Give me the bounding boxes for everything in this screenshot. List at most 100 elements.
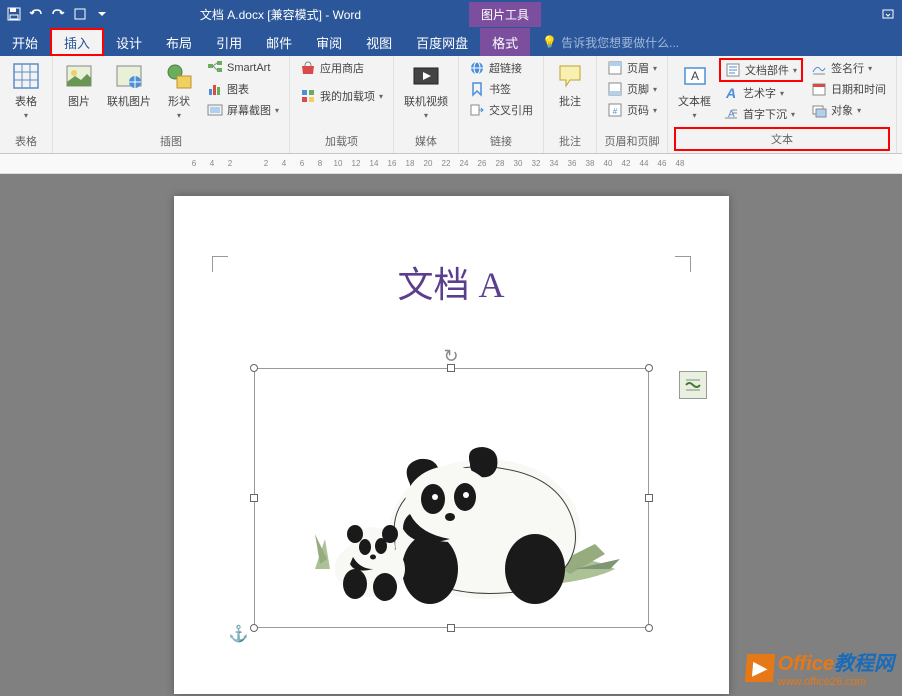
anchor-icon[interactable]: ⚓ [229, 624, 249, 644]
text-group-label: 文本 [674, 127, 890, 151]
chart-button[interactable]: 图表 [203, 79, 283, 99]
hyperlink-button[interactable]: 超链接 [465, 58, 537, 78]
tab-references[interactable]: 引用 [204, 28, 254, 56]
page-number-label: 页码 [627, 102, 649, 118]
online-video-label: 联机视频 [404, 96, 448, 108]
undo-button[interactable] [26, 4, 46, 24]
layout-options-button[interactable] [679, 371, 707, 399]
screenshot-label: 屏幕截图 [227, 102, 271, 118]
chevron-down-icon: ▾ [793, 66, 797, 75]
date-time-button[interactable]: 日期和时间 [807, 79, 890, 99]
signature-line-label: 签名行 [831, 60, 864, 76]
cross-reference-button[interactable]: 交叉引用 [465, 100, 537, 120]
smartart-label: SmartArt [227, 62, 270, 74]
save-button[interactable] [4, 4, 24, 24]
drop-cap-icon: A [723, 106, 739, 122]
signature-line-button[interactable]: 签名行 ▾ [807, 58, 890, 78]
addins-group-label: 加载项 [296, 131, 387, 151]
crop-mark-icon [675, 256, 691, 272]
ribbon-tabs: 开始 插入 设计 布局 引用 邮件 审阅 视图 百度网盘 格式 💡 告诉我您想要… [0, 28, 902, 56]
screenshot-icon [207, 102, 223, 118]
cross-reference-label: 交叉引用 [489, 102, 533, 118]
shapes-button[interactable]: 形状▾ [159, 58, 199, 124]
tab-insert[interactable]: 插入 [50, 28, 104, 56]
chevron-down-icon: ▾ [275, 106, 279, 115]
tab-view[interactable]: 视图 [354, 28, 404, 56]
ribbon-group-tables: 表格▾ 表格 [0, 56, 53, 153]
online-video-button[interactable]: 联机视频▾ [400, 58, 452, 124]
tab-format[interactable]: 格式 [480, 28, 530, 56]
my-addins-button[interactable]: 我的加载项 ▾ [296, 86, 387, 106]
chevron-down-icon: ▾ [24, 111, 28, 120]
smartart-button[interactable]: SmartArt [203, 58, 283, 78]
footer-button[interactable]: 页脚 ▾ [603, 79, 661, 99]
document-page[interactable]: 文档 A ↻ [174, 196, 729, 694]
pictures-button[interactable]: 图片 [59, 58, 99, 111]
chevron-down-icon: ▾ [653, 85, 657, 94]
document-title[interactable]: 文档 A [224, 256, 679, 308]
object-button[interactable]: 对象 ▾ [807, 100, 890, 120]
title-bar: 文档 A.docx [兼容模式] - Word 图片工具 [0, 0, 902, 28]
text-box-icon: A [679, 60, 711, 92]
addins-icon [300, 88, 316, 104]
crop-mark-icon [212, 256, 228, 272]
smartart-icon [207, 60, 223, 76]
store-icon [300, 60, 316, 76]
quick-access-toolbar [4, 4, 112, 24]
page-number-button[interactable]: #页码 ▾ [603, 100, 661, 120]
header-button[interactable]: 页眉 ▾ [603, 58, 661, 78]
chevron-down-icon: ▾ [693, 111, 697, 120]
quick-parts-label: 文档部件 [745, 62, 789, 78]
chevron-down-icon: ▾ [177, 111, 181, 120]
store-label: 应用商店 [320, 60, 364, 76]
page-number-icon: # [607, 102, 623, 118]
tab-baidu[interactable]: 百度网盘 [404, 28, 480, 56]
svg-text:A: A [691, 69, 699, 83]
qat-customize-button[interactable] [92, 4, 112, 24]
tab-review[interactable]: 审阅 [304, 28, 354, 56]
footer-label: 页脚 [627, 81, 649, 97]
illustrations-group-label: 插图 [59, 131, 283, 151]
text-box-button[interactable]: A 文本框▾ [674, 58, 715, 124]
shapes-icon [163, 60, 195, 92]
selected-image[interactable] [254, 368, 649, 628]
watermark-url: www.office26.com [778, 676, 894, 688]
ribbon-options-button[interactable] [878, 4, 898, 24]
video-icon [410, 60, 442, 92]
word-art-icon: A [723, 85, 739, 101]
chart-icon [207, 81, 223, 97]
tab-home[interactable]: 开始 [0, 28, 50, 56]
comment-button[interactable]: 批注 [550, 58, 590, 111]
footer-icon [607, 81, 623, 97]
tables-button[interactable]: 表格▾ [6, 58, 46, 124]
online-pictures-button[interactable]: 联机图片 [103, 58, 155, 111]
chevron-down-icon: ▾ [780, 89, 784, 98]
tell-me-search[interactable]: 💡 告诉我您想要做什么... [530, 34, 679, 51]
tab-layout[interactable]: 布局 [154, 28, 204, 56]
tab-mailings[interactable]: 邮件 [254, 28, 304, 56]
chevron-down-icon: ▾ [857, 106, 861, 115]
horizontal-ruler[interactable]: 6422468101214161820222426283032343638404… [0, 154, 902, 174]
comment-icon [554, 60, 586, 92]
online-pictures-label: 联机图片 [107, 96, 151, 109]
store-button[interactable]: 应用商店 [296, 58, 387, 78]
chevron-down-icon: ▾ [791, 110, 795, 119]
word-art-button[interactable]: A艺术字 ▾ [719, 83, 803, 103]
ribbon-group-media: 联机视频▾ 媒体 [394, 56, 459, 153]
chevron-down-icon: ▾ [653, 106, 657, 115]
qat-button-4[interactable] [70, 4, 90, 24]
word-art-label: 艺术字 [743, 85, 776, 101]
pictures-label: 图片 [68, 96, 90, 109]
date-time-label: 日期和时间 [831, 81, 886, 97]
screenshot-button[interactable]: 屏幕截图 ▾ [203, 100, 283, 120]
table-icon [10, 60, 42, 92]
ribbon-group-illustrations: 图片 联机图片 形状▾ SmartArt 图表 屏幕截图 ▾ 插图 [53, 56, 290, 153]
tell-me-label: 告诉我您想要做什么... [561, 34, 679, 51]
tab-design[interactable]: 设计 [104, 28, 154, 56]
bookmark-button[interactable]: 书签 [465, 79, 537, 99]
redo-button[interactable] [48, 4, 68, 24]
drop-cap-button[interactable]: A首字下沉 ▾ [719, 104, 803, 124]
quick-parts-button[interactable]: 文档部件 ▾ [719, 58, 803, 82]
bookmark-icon [469, 81, 485, 97]
header-label: 页眉 [627, 60, 649, 76]
